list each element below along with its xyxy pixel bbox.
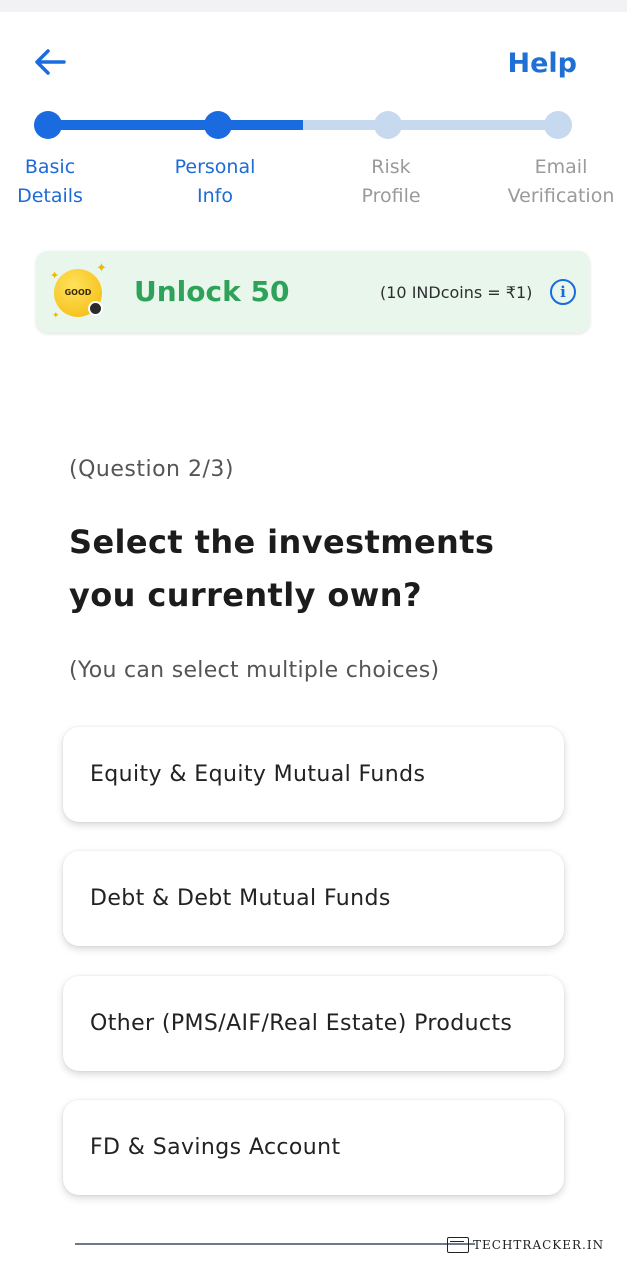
- step-dot-personal-info[interactable]: [204, 111, 232, 139]
- coin-label: GOOD: [64, 288, 92, 297]
- step-label-basic-details[interactable]: Basic Details: [0, 153, 115, 211]
- info-icon[interactable]: i: [550, 279, 576, 305]
- step-dot-risk-profile: [374, 111, 402, 139]
- unlock-text: Unlock 50: [134, 275, 290, 308]
- step-dot-basic-details[interactable]: [34, 111, 62, 139]
- status-bar: [0, 0, 627, 12]
- watermark: TECHTRACKER.IN: [447, 1236, 604, 1254]
- question-hint: (You can select multiple choices): [69, 658, 440, 683]
- arrow-left-icon: [35, 49, 66, 75]
- option-label: Other (PMS/AIF/Real Estate) Products: [90, 1011, 513, 1036]
- coin-rate-text: (10 INDcoins = ₹1): [380, 283, 533, 302]
- reward-banner: ✦ ✦ ✦ GOOD Unlock 50 (10 INDcoins = ₹1) …: [36, 251, 590, 333]
- step-label-personal-info[interactable]: Personal Info: [150, 153, 280, 211]
- option-label: Debt & Debt Mutual Funds: [90, 886, 391, 911]
- question-counter: (Question 2/3): [69, 457, 234, 482]
- option-fd-savings[interactable]: FD & Savings Account: [63, 1100, 564, 1195]
- stepper-track-3: [388, 120, 558, 130]
- option-debt[interactable]: Debt & Debt Mutual Funds: [63, 851, 564, 946]
- help-link[interactable]: Help: [508, 48, 578, 79]
- option-label: FD & Savings Account: [90, 1135, 341, 1160]
- browser-icon: [447, 1237, 469, 1253]
- question-title: Select the investments you currently own…: [69, 523, 495, 614]
- watermark-text: TECHTRACKER.IN: [473, 1238, 605, 1252]
- coin-badge: [88, 301, 103, 316]
- option-equity[interactable]: Equity & Equity Mutual Funds: [63, 727, 564, 822]
- step-label-email-verification: Email Verification: [507, 156, 615, 207]
- back-button[interactable]: [30, 44, 70, 80]
- bottom-divider: [75, 1243, 475, 1245]
- step-dot-email-verification: [544, 111, 572, 139]
- option-other-products[interactable]: Other (PMS/AIF/Real Estate) Products: [63, 976, 564, 1071]
- option-label: Equity & Equity Mutual Funds: [90, 762, 426, 787]
- step-label-risk-profile: Risk Profile: [361, 156, 421, 207]
- progress-stepper: Basic Details Personal Info Risk Profile…: [0, 100, 627, 220]
- coin-icon: ✦ ✦ ✦ GOOD: [50, 261, 107, 321]
- stepper-track-1: [48, 120, 218, 130]
